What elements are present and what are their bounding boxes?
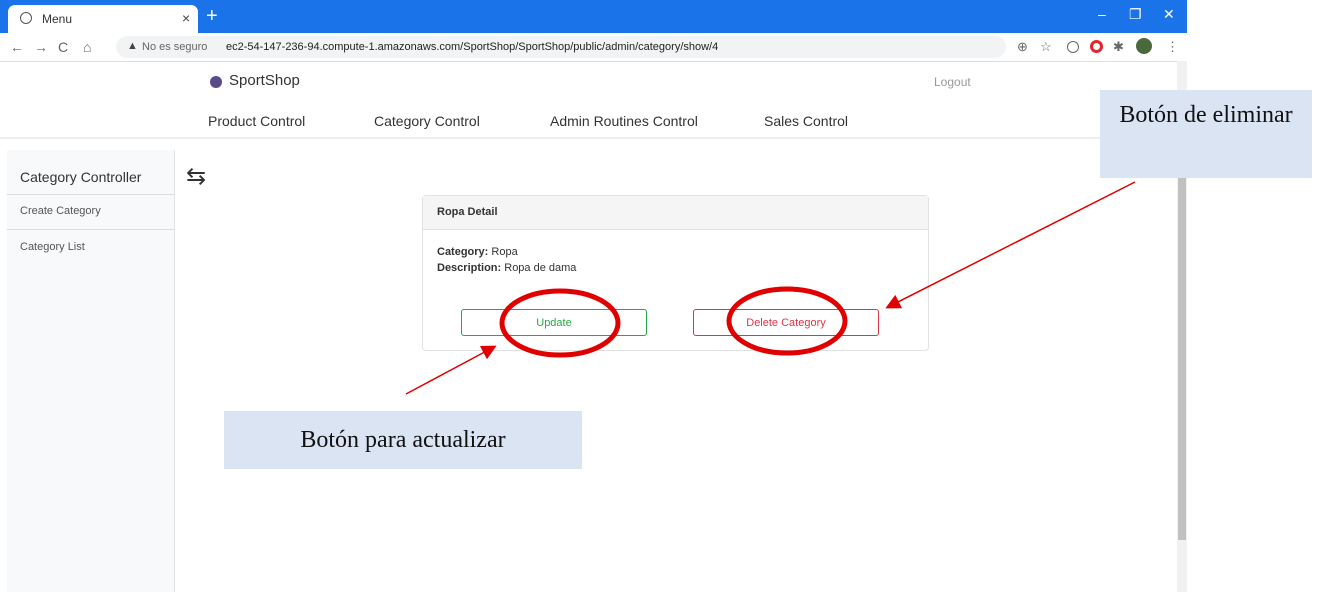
update-annotation-callout: Botón para actualizar	[224, 411, 582, 469]
delete-highlight-ellipse	[726, 286, 848, 356]
update-highlight-ellipse	[499, 288, 621, 358]
update-annotation-arrow	[405, 345, 497, 395]
delete-annotation-arrow	[885, 181, 1136, 309]
annotation-overlay	[405, 181, 1136, 395]
delete-annotation-callout: Botón de eliminar	[1100, 90, 1312, 178]
